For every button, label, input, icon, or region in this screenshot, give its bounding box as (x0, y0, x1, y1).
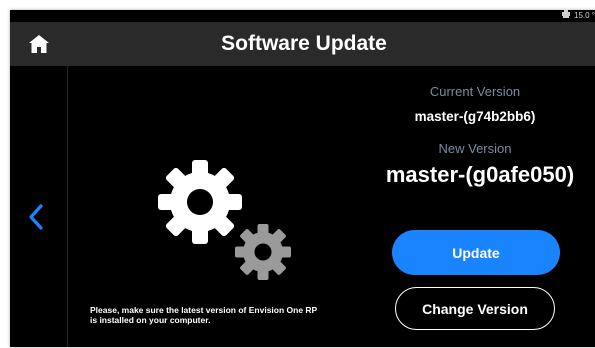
header: Software Update (10, 22, 595, 66)
back-button[interactable] (24, 201, 48, 233)
gears-icon (158, 160, 291, 280)
change-version-button[interactable]: Change Version (395, 287, 555, 330)
new-version-value: master-(g0afe050) (385, 162, 575, 187)
home-icon (29, 35, 49, 53)
current-version-value: master-(g74b2bb6) (414, 109, 536, 124)
install-notice: Please, make sure the latest version of … (90, 305, 360, 325)
update-button[interactable]: Update (392, 230, 560, 275)
screen: 15.0 ° Software Update Please, make sure… (10, 10, 595, 347)
status-temperature: 15.0 ° (561, 10, 595, 22)
home-button[interactable] (26, 31, 52, 57)
left-nav-panel (10, 66, 68, 347)
temperature-text: 15.0 ° (574, 11, 595, 20)
current-version-label: Current Version (429, 84, 521, 99)
printer-icon (561, 10, 571, 22)
notice-line-1: Please, make sure the latest version of … (90, 305, 318, 315)
chevron-left-icon (29, 204, 43, 230)
status-bar: 15.0 ° (10, 10, 595, 22)
new-version-label: New Version (438, 141, 512, 156)
notice-line-2: is installed on your computer. (90, 315, 211, 325)
page-title: Software Update (221, 32, 387, 55)
